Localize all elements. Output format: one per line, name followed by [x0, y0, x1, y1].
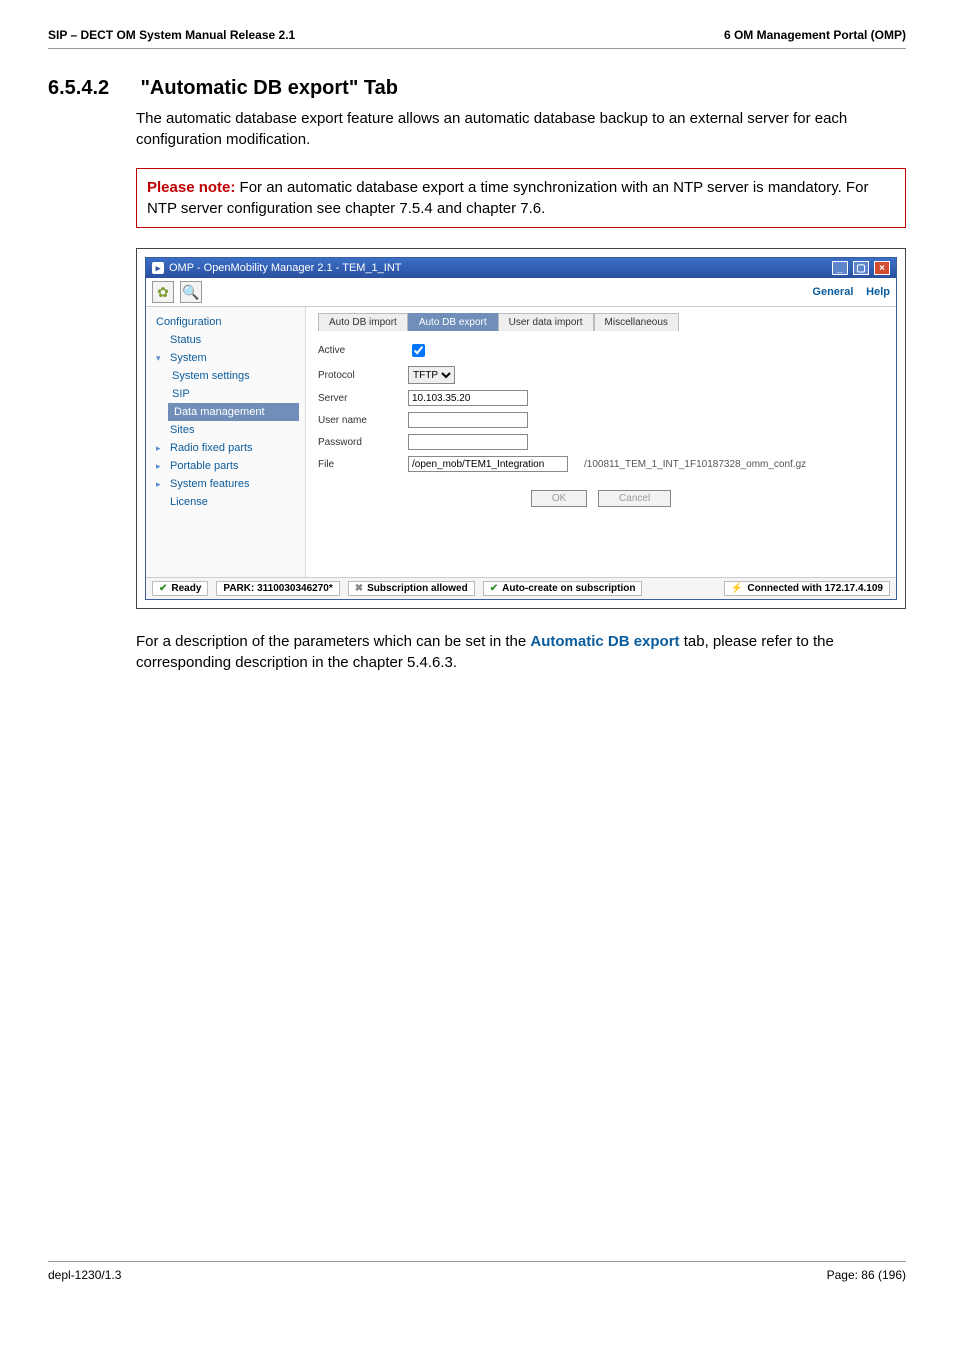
server-label: Server — [318, 393, 398, 404]
file-suffix: /100811_TEM_1_INT_1F10187328_omm_conf.gz — [584, 459, 806, 470]
section-title: "Automatic DB export" Tab — [140, 77, 398, 100]
username-input[interactable] — [408, 412, 528, 428]
sidebar-sip[interactable]: SIP — [146, 385, 305, 403]
footer-right: Page: 86 (196) — [827, 1268, 906, 1282]
header-right: 6 OM Management Portal (OMP) — [724, 28, 906, 42]
gear-icon: ✿ — [157, 284, 169, 301]
status-park: PARK: 3110030346270* — [216, 581, 339, 596]
status-autocreate: ✔Auto-create on subscription — [483, 581, 643, 596]
protocol-select[interactable]: TFTP — [408, 366, 455, 384]
password-input[interactable] — [408, 434, 528, 450]
chevron-down-icon: ▾ — [156, 353, 166, 364]
tab-auto-db-export[interactable]: Auto DB export — [408, 313, 498, 331]
password-label: Password — [318, 437, 398, 448]
status-connected: ⚡Connected with 172.17.4.109 — [724, 581, 890, 596]
app-icon: ▸ — [152, 262, 164, 274]
tab-bar: Auto DB import Auto DB export User data … — [318, 313, 884, 331]
tab-user-data-import[interactable]: User data import — [498, 313, 594, 331]
minimize-button[interactable]: _ — [832, 261, 848, 275]
status-bar: ✔Ready PARK: 3110030346270* ✖Subscriptio… — [146, 577, 896, 599]
window-controls: _ ▢ × — [830, 261, 890, 275]
menu-help[interactable]: Help — [866, 286, 890, 298]
sidebar-status[interactable]: Status — [146, 331, 305, 349]
file-label: File — [318, 459, 398, 470]
settings-button[interactable]: ✿ — [152, 281, 174, 303]
username-label: User name — [318, 415, 398, 426]
check-icon: ✔ — [159, 583, 167, 594]
file-input[interactable] — [408, 456, 568, 472]
please-note-box: Please note: For an automatic database e… — [136, 168, 906, 228]
sidebar: Configuration Status ▾System System sett… — [146, 307, 306, 577]
x-icon: ✖ — [355, 583, 363, 594]
sidebar-data-management[interactable]: Data management — [168, 403, 299, 421]
chevron-right-icon: ▸ — [156, 443, 166, 454]
note-label: Please note: — [147, 179, 235, 196]
tab-auto-db-import[interactable]: Auto DB import — [318, 313, 408, 331]
sidebar-system[interactable]: ▾System — [146, 349, 305, 367]
screenshot-container: ▸ OMP - OpenMobility Manager 2.1 - TEM_1… — [136, 248, 906, 609]
protocol-label: Protocol — [318, 370, 398, 381]
content-pane: Auto DB import Auto DB export User data … — [306, 307, 896, 577]
cancel-button[interactable]: Cancel — [598, 490, 671, 507]
sidebar-sites[interactable]: Sites — [146, 421, 305, 439]
ok-button[interactable]: OK — [531, 490, 587, 507]
status-ready: ✔Ready — [152, 581, 208, 596]
active-checkbox[interactable] — [412, 344, 425, 357]
search-icon: 🔍 — [182, 284, 199, 301]
note-text: For an automatic database export a time … — [147, 179, 868, 217]
section-number: 6.5.4.2 — [48, 77, 136, 100]
omp-window: ▸ OMP - OpenMobility Manager 2.1 - TEM_1… — [145, 257, 897, 600]
search-button[interactable]: 🔍 — [180, 281, 202, 303]
sidebar-system-settings[interactable]: System settings — [146, 367, 305, 385]
window-title: OMP - OpenMobility Manager 2.1 - TEM_1_I… — [169, 262, 402, 274]
header-left: SIP – DECT OM System Manual Release 2.1 — [48, 28, 295, 42]
toolbar: ✿ 🔍 General Help — [146, 278, 896, 307]
close-button[interactable]: × — [874, 261, 890, 275]
closing-paragraph: For a description of the parameters whic… — [136, 631, 906, 673]
check-icon: ✔ — [490, 583, 498, 594]
maximize-button[interactable]: ▢ — [853, 261, 869, 275]
status-subscription: ✖Subscription allowed — [348, 581, 475, 596]
plug-icon: ⚡ — [731, 583, 743, 594]
chevron-right-icon: ▸ — [156, 479, 166, 490]
sidebar-configuration[interactable]: Configuration — [146, 313, 305, 331]
active-label: Active — [318, 345, 398, 356]
intro-paragraph: The automatic database export feature al… — [136, 108, 906, 150]
closing-bold: Automatic DB export — [530, 633, 679, 650]
chevron-right-icon: ▸ — [156, 461, 166, 472]
sidebar-portable-parts[interactable]: ▸Portable parts — [146, 457, 305, 475]
footer-left: depl-1230/1.3 — [48, 1268, 121, 1282]
sidebar-radio-fixed-parts[interactable]: ▸Radio fixed parts — [146, 439, 305, 457]
sidebar-license[interactable]: License — [146, 493, 305, 511]
menu-general[interactable]: General — [812, 286, 853, 298]
sidebar-system-features[interactable]: ▸System features — [146, 475, 305, 493]
window-titlebar: ▸ OMP - OpenMobility Manager 2.1 - TEM_1… — [146, 258, 896, 278]
server-input[interactable] — [408, 390, 528, 406]
tab-miscellaneous[interactable]: Miscellaneous — [594, 313, 679, 331]
